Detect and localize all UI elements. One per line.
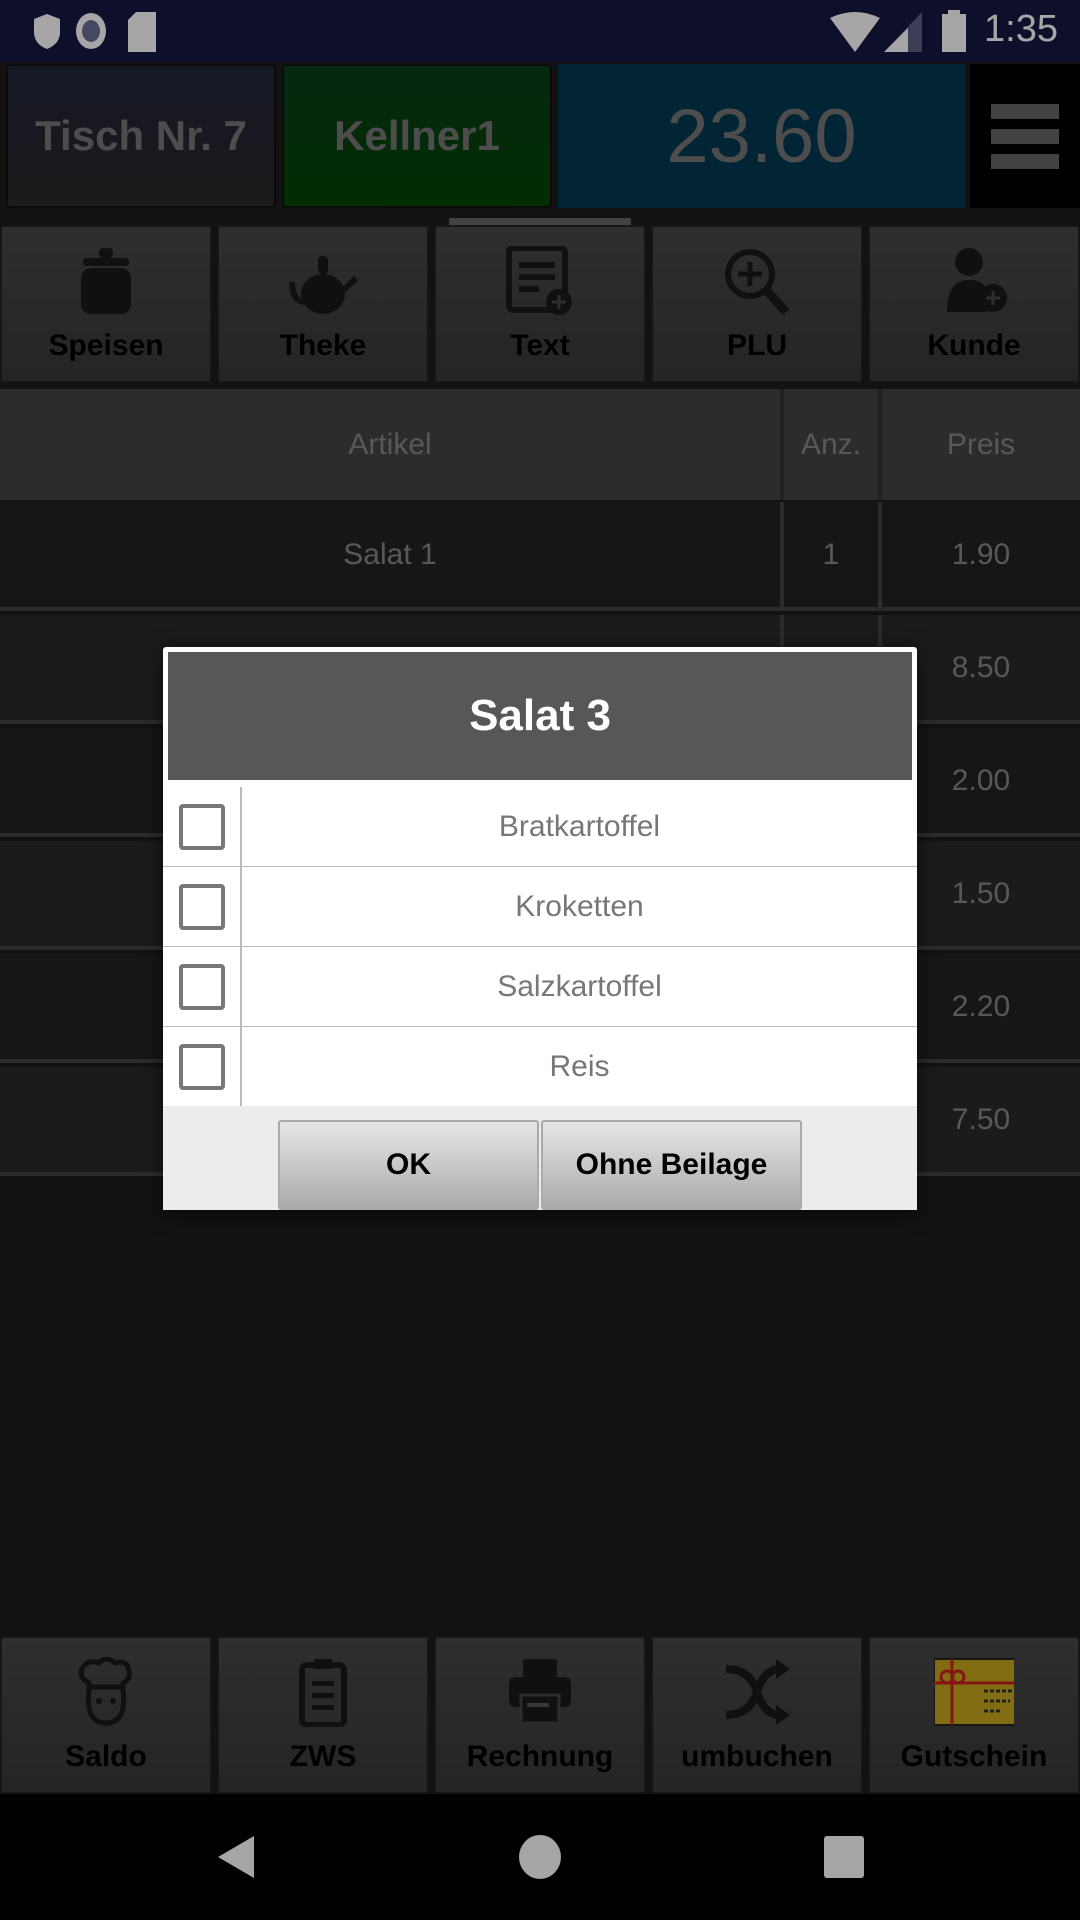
option-label: Salzkartoffel	[497, 969, 662, 1003]
option-kroketten[interactable]: Kroketten	[163, 867, 917, 947]
option-salzkartoffel[interactable]: Salzkartoffel	[163, 947, 917, 1027]
dialog-title: Salat 3	[168, 652, 912, 780]
option-label: Reis	[549, 1050, 610, 1083]
option-label: Bratkartoffel	[498, 809, 661, 843]
no-side-dish-button[interactable]: Ohne Beilage	[541, 1120, 802, 1210]
option-reis[interactable]: Reis	[163, 1027, 917, 1107]
ok-button[interactable]: OK	[278, 1120, 539, 1210]
checkbox[interactable]	[178, 1044, 225, 1090]
side-dish-dialog: Salat 3 Bratkartoffel Kroketten Salzkart…	[163, 647, 917, 1210]
option-label: Kroketten	[515, 889, 644, 923]
option-bratkartoffel[interactable]: Bratkartoffel	[163, 787, 917, 867]
dialog-button-bar: OK Ohne Beilage	[163, 1106, 917, 1210]
checkbox[interactable]	[178, 803, 225, 850]
checkbox[interactable]	[178, 883, 225, 930]
checkbox[interactable]	[178, 963, 225, 1010]
